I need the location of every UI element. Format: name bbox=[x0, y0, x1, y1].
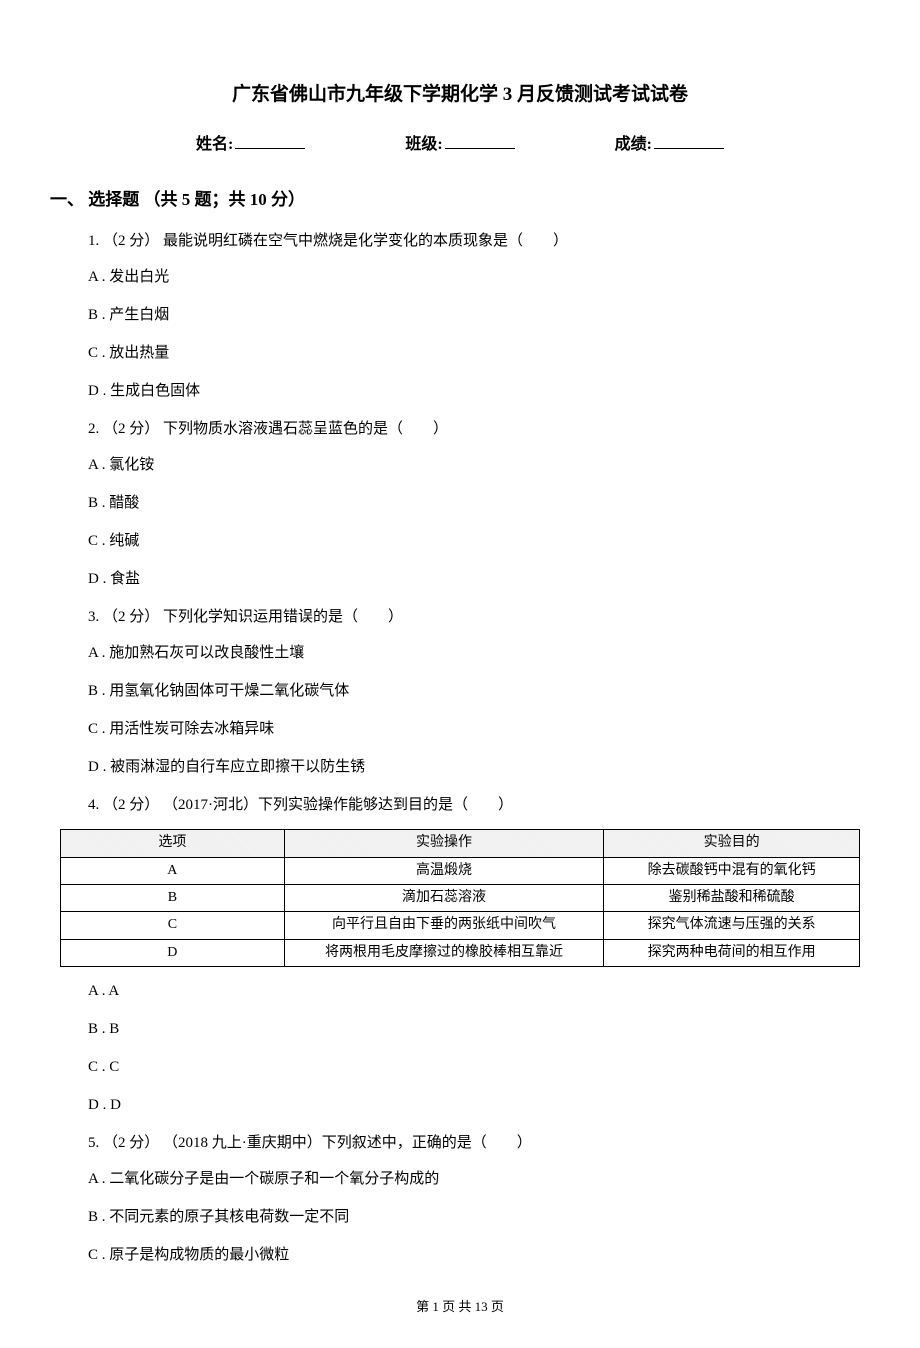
page-footer: 第 1 页 共 13 页 bbox=[60, 1297, 860, 1318]
table-header-row: 选项 实验操作 实验目的 bbox=[61, 830, 860, 857]
table-cell: D bbox=[61, 939, 285, 966]
q3-option-c: C . 用活性炭可除去冰箱异味 bbox=[88, 717, 860, 741]
table-cell: 探究气体流速与压强的关系 bbox=[604, 912, 860, 939]
q1-option-a: A . 发出白光 bbox=[88, 265, 860, 289]
q2-option-c: C . 纯碱 bbox=[88, 529, 860, 553]
table-row: B 滴加石蕊溶液 鉴别稀盐酸和稀硫酸 bbox=[61, 884, 860, 911]
section-1-header: 一、 选择题 （共 5 题；共 10 分） bbox=[50, 186, 860, 213]
q5-stem: 5. （2 分） （2018 九上·重庆期中）下列叙述中，正确的是（ ） bbox=[88, 1131, 860, 1155]
q4-stem: 4. （2 分） （2017·河北）下列实验操作能够达到目的是（ ） bbox=[88, 793, 860, 817]
q1-option-b: B . 产生白烟 bbox=[88, 303, 860, 327]
table-header-cell: 实验目的 bbox=[604, 830, 860, 857]
table-row: D 将两根用毛皮摩擦过的橡胶棒相互靠近 探究两种电荷间的相互作用 bbox=[61, 939, 860, 966]
table-cell: 滴加石蕊溶液 bbox=[284, 884, 604, 911]
q5-option-a: A . 二氧化碳分子是由一个碳原子和一个氧分子构成的 bbox=[88, 1167, 860, 1191]
q3-stem: 3. （2 分） 下列化学知识运用错误的是（ ） bbox=[88, 605, 860, 629]
name-field: 姓名: bbox=[196, 132, 305, 158]
table-cell: A bbox=[61, 857, 285, 884]
table-cell: 高温煅烧 bbox=[284, 857, 604, 884]
table-cell: B bbox=[61, 884, 285, 911]
q1-stem: 1. （2 分） 最能说明红磷在空气中燃烧是化学变化的本质现象是（ ） bbox=[88, 229, 860, 253]
table-cell: C bbox=[61, 912, 285, 939]
exam-title: 广东省佛山市九年级下学期化学 3 月反馈测试考试试卷 bbox=[60, 80, 860, 110]
q3-option-b: B . 用氢氧化钠固体可干燥二氧化碳气体 bbox=[88, 679, 860, 703]
q1-option-c: C . 放出热量 bbox=[88, 341, 860, 365]
q2-option-b: B . 醋酸 bbox=[88, 491, 860, 515]
table-cell: 将两根用毛皮摩擦过的橡胶棒相互靠近 bbox=[284, 939, 604, 966]
q4-table: 选项 实验操作 实验目的 A 高温煅烧 除去碳酸钙中混有的氧化钙 B 滴加石蕊溶… bbox=[60, 829, 860, 967]
q2-option-d: D . 食盐 bbox=[88, 567, 860, 591]
q3-option-d: D . 被雨淋湿的自行车应立即擦干以防生锈 bbox=[88, 755, 860, 779]
table-cell: 除去碳酸钙中混有的氧化钙 bbox=[604, 857, 860, 884]
info-row: 姓名: 班级: 成绩: bbox=[60, 132, 860, 158]
table-row: C 向平行且自由下垂的两张纸中间吹气 探究气体流速与压强的关系 bbox=[61, 912, 860, 939]
q1-option-d: D . 生成白色固体 bbox=[88, 379, 860, 403]
q3-option-a: A . 施加熟石灰可以改良酸性土壤 bbox=[88, 641, 860, 665]
table-row: A 高温煅烧 除去碳酸钙中混有的氧化钙 bbox=[61, 857, 860, 884]
q4-option-b: B . B bbox=[88, 1017, 860, 1041]
q4-option-a: A . A bbox=[88, 979, 860, 1003]
score-field: 成绩: bbox=[615, 132, 724, 158]
q2-option-a: A . 氯化铵 bbox=[88, 453, 860, 477]
q2-stem: 2. （2 分） 下列物质水溶液遇石蕊呈蓝色的是（ ） bbox=[88, 417, 860, 441]
table-cell: 向平行且自由下垂的两张纸中间吹气 bbox=[284, 912, 604, 939]
q5-option-c: C . 原子是构成物质的最小微粒 bbox=[88, 1243, 860, 1267]
q4-option-c: C . C bbox=[88, 1055, 860, 1079]
q5-option-b: B . 不同元素的原子其核电荷数一定不同 bbox=[88, 1205, 860, 1229]
q4-option-d: D . D bbox=[88, 1093, 860, 1117]
class-field: 班级: bbox=[405, 132, 514, 158]
table-cell: 鉴别稀盐酸和稀硫酸 bbox=[604, 884, 860, 911]
table-cell: 探究两种电荷间的相互作用 bbox=[604, 939, 860, 966]
table-header-cell: 选项 bbox=[61, 830, 285, 857]
table-header-cell: 实验操作 bbox=[284, 830, 604, 857]
